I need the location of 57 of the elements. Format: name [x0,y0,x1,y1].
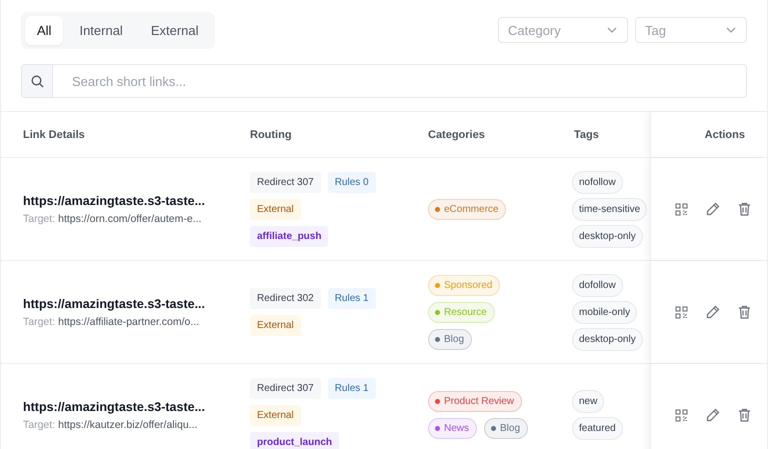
redirect-badge: Redirect 307 [250,172,321,192]
delete-icon[interactable] [736,200,753,218]
tab[interactable]: Internal [67,16,135,45]
tag-chip: nofollow [572,170,623,194]
tag-chip: new [572,390,604,413]
qr-code-icon[interactable] [673,304,690,320]
target-label: Target: [23,316,56,328]
category-chip: eCommerce [428,198,506,220]
tag-chip: dofollow [572,274,623,296]
column-header: Routing [250,128,292,140]
tag-chip: desktop-only [572,328,643,350]
column-header: Link Details [23,128,85,140]
target-label: Target: [23,212,56,224]
tab[interactable]: External [138,16,211,45]
tag-chip: time-sensitive [572,198,648,220]
column-header: Actions [704,128,745,140]
tag-chip: desktop-only [572,224,643,248]
campaign-tag: affiliate_push [250,226,328,246]
scope-badge: External [250,315,301,336]
search-button[interactable] [21,64,53,98]
short-link[interactable]: https://amazingtaste.s3-taste... [23,400,250,414]
qr-code-icon[interactable] [673,200,690,218]
category-chip: Blog [428,328,472,350]
chevron-down-icon [607,27,617,33]
delete-icon[interactable] [736,303,753,321]
redirect-badge: Redirect 307 [250,378,321,398]
category-chip: Blog [484,418,528,439]
rules-badge: Rules 0 [328,172,376,192]
tab[interactable]: All [25,16,64,45]
column-header: Tags [574,128,599,140]
category-chip: Resource [428,302,495,322]
tag-chip: featured [572,417,623,440]
edit-icon[interactable] [704,406,722,424]
target-label: Target: [23,418,56,430]
target-url: https://kautzer.biz/offer/aliqu... [58,418,198,430]
rules-badge: Rules 1 [328,288,376,309]
edit-icon[interactable] [704,200,722,218]
chevron-down-icon [726,27,736,33]
tag-chip: mobile-only [572,300,638,324]
edit-icon[interactable] [704,303,722,321]
target-url: https://orn.com/offer/autem-e... [58,212,202,224]
short-link[interactable]: https://amazingtaste.s3-taste... [23,296,250,310]
target-url: https://affiliate-partner.com/o... [58,316,200,328]
campaign-tag: product_launch [250,432,340,449]
short-link[interactable]: https://amazingtaste.s3-taste... [23,194,250,208]
search-icon [30,74,44,88]
search-field[interactable]: Search short links... [53,64,747,98]
category-chip: News [428,418,478,439]
category-chip: Sponsored [428,274,500,296]
scope-badge: External [250,198,301,220]
scope-badge: External [250,404,301,426]
qr-code-icon[interactable] [673,406,690,424]
rules-badge: Rules 1 [328,378,376,398]
category-chip: Product Review [428,391,522,412]
column-header: Categories [428,128,485,140]
delete-icon[interactable] [736,406,753,424]
redirect-badge: Redirect 302 [250,288,321,309]
